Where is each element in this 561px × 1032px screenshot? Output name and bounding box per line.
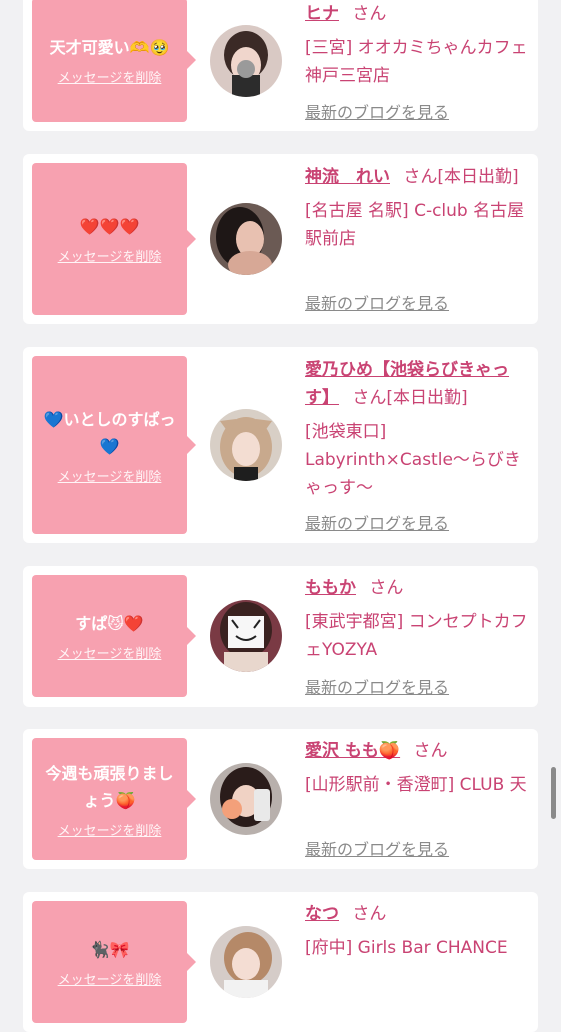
latest-blog-link[interactable]: 最新のブログを見る — [305, 674, 449, 698]
avatar[interactable] — [210, 926, 282, 998]
cast-name-link[interactable]: 神流 れい — [305, 167, 390, 187]
message-card: 🐈‍⬛🎀 メッセージを削除 なつ さん [府中] Girls Bar CHANC… — [23, 892, 538, 1032]
shop-name: [三宮] オオカミちゃんカフェ神戸三宮店 — [305, 38, 528, 86]
avatar[interactable] — [210, 409, 282, 481]
cast-info: ももか さん [東武宇都宮] コンセプトカフェYOZYA — [305, 574, 530, 664]
message-bubble: 今週も頑張りましょう🍑 メッセージを削除 — [32, 738, 196, 860]
cast-info: なつ さん [府中] Girls Bar CHANCE — [305, 900, 530, 962]
shop-name: [名古屋 名駅] C-club 名古屋駅前店 — [305, 201, 525, 249]
avatar[interactable] — [210, 203, 282, 275]
message-bubble: すぱ😼❤️ メッセージを削除 — [32, 575, 196, 697]
message-bubble: 💙いとしのすぱっ💙 メッセージを削除 — [32, 356, 196, 534]
message-bubble: 🐈‍⬛🎀 メッセージを削除 — [32, 901, 196, 1023]
delete-message-link[interactable]: メッセージを削除 — [58, 969, 162, 988]
message-text: 今週も頑張りましょう🍑 — [45, 763, 174, 810]
cast-name-link[interactable]: ヒナ — [305, 4, 339, 24]
shop-name: [池袋東口] Labyrinth×Castle～らびきゃっす～ — [305, 422, 521, 498]
cast-name-link[interactable]: なつ — [305, 904, 339, 924]
latest-blog-link[interactable]: 最新のブログを見る — [305, 836, 449, 860]
name-suffix: さん — [369, 578, 404, 598]
delete-message-link[interactable]: メッセージを削除 — [58, 67, 162, 86]
avatar[interactable] — [210, 25, 282, 97]
message-bubble: 天才可愛い🫶🥹 メッセージを削除 — [32, 0, 196, 122]
delete-message-link[interactable]: メッセージを削除 — [58, 466, 162, 485]
cast-info: ヒナ さん [三宮] オオカミちゃんカフェ神戸三宮店 — [305, 0, 530, 90]
delete-message-link[interactable]: メッセージを削除 — [58, 246, 162, 265]
delete-message-link[interactable]: メッセージを削除 — [58, 820, 162, 839]
shop-name: [府中] Girls Bar CHANCE — [305, 938, 508, 958]
message-card: ❤️❤️❤️ メッセージを削除 神流 れい さん[本日出勤] [名古屋 名駅] … — [23, 154, 538, 324]
shop-name: [東武宇都宮] コンセプトカフェYOZYA — [305, 612, 528, 660]
cast-name-link[interactable]: 愛沢 もも🍑 — [305, 741, 400, 761]
message-text: ❤️❤️❤️ — [79, 217, 140, 236]
cast-name-link[interactable]: ももか — [305, 578, 356, 598]
message-text: 天才可愛い🫶🥹 — [49, 38, 170, 57]
name-suffix: さん — [352, 904, 387, 924]
name-suffix: さん — [413, 741, 448, 761]
cast-info: 愛乃ひめ【池袋らびきゃっす】 さん[本日出勤] [池袋東口] Labyrinth… — [305, 356, 530, 502]
message-card: 今週も頑張りましょう🍑 メッセージを削除 愛沢 もも🍑 さん [山形駅前・香澄町… — [23, 729, 538, 869]
latest-blog-link[interactable]: 最新のブログを見る — [305, 290, 449, 314]
message-text: すぱ😼❤️ — [75, 614, 144, 633]
name-suffix: さん[本日出勤] — [352, 388, 468, 408]
message-text: 🐈‍⬛🎀 — [89, 940, 130, 959]
avatar[interactable] — [210, 600, 282, 672]
scrollbar[interactable] — [551, 767, 556, 819]
message-card: 💙いとしのすぱっ💙 メッセージを削除 愛乃ひめ【池袋らびきゃっす】 さん[本日出… — [23, 347, 538, 543]
latest-blog-link[interactable]: 最新のブログを見る — [305, 510, 449, 534]
message-card: 天才可愛い🫶🥹 メッセージを削除 ヒナ さん [三宮] オオカミちゃんカフェ神戸… — [23, 0, 538, 131]
delete-message-link[interactable]: メッセージを削除 — [58, 643, 162, 662]
shop-name: [山形駅前・香澄町] CLUB 天 — [305, 775, 527, 795]
avatar[interactable] — [210, 763, 282, 835]
message-bubble: ❤️❤️❤️ メッセージを削除 — [32, 163, 196, 315]
cast-info: 神流 れい さん[本日出勤] [名古屋 名駅] C-club 名古屋駅前店 — [305, 163, 530, 253]
name-suffix: さん[本日出勤] — [403, 167, 519, 187]
cast-info: 愛沢 もも🍑 さん [山形駅前・香澄町] CLUB 天 — [305, 737, 530, 799]
message-card: すぱ😼❤️ メッセージを削除 ももか さん [東武宇都宮] コンセプトカフェYO… — [23, 566, 538, 707]
name-suffix: さん — [352, 4, 387, 24]
latest-blog-link[interactable]: 最新のブログを見る — [305, 99, 449, 123]
message-text: 💙いとしのすぱっ💙 — [43, 409, 176, 456]
